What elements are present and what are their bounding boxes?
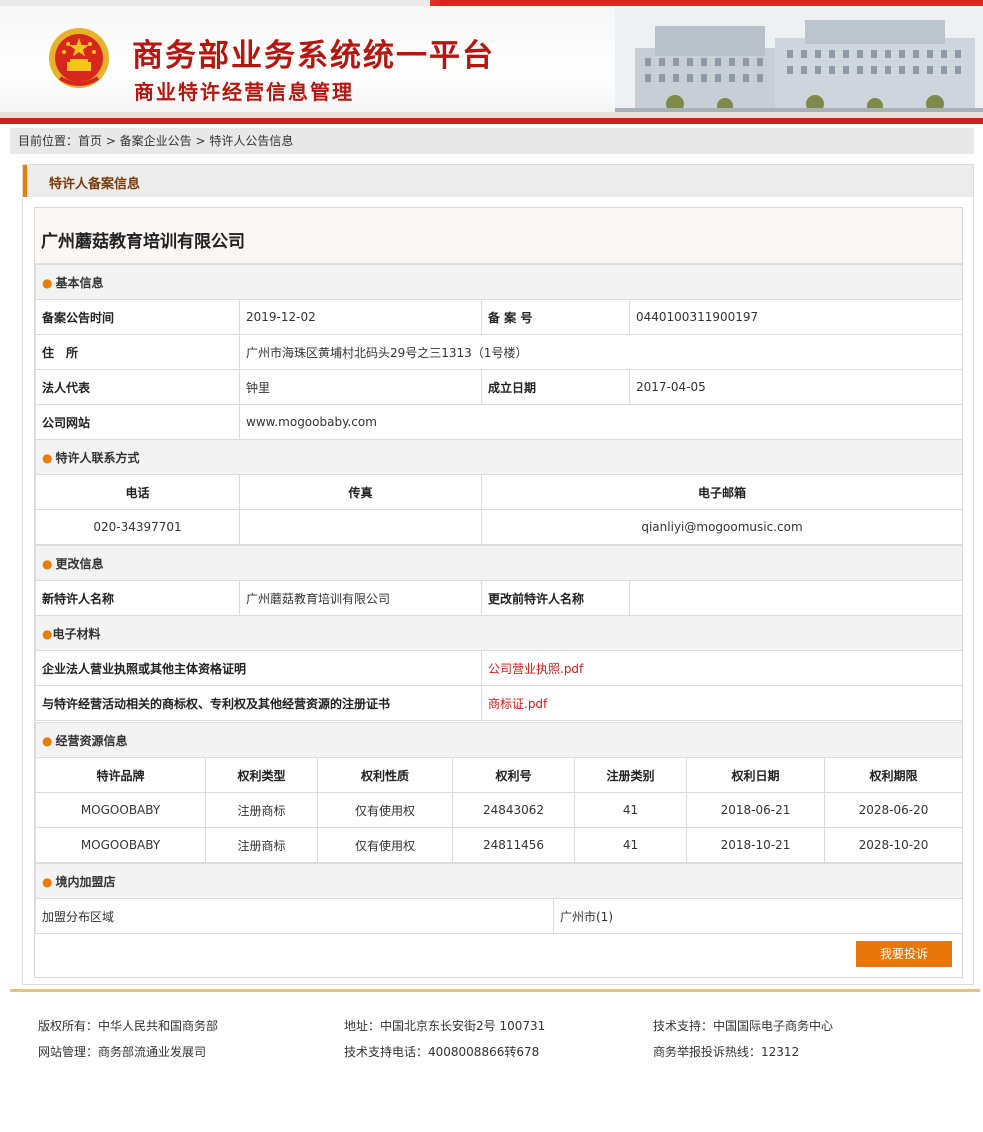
legal-rep-value: 钟里 bbox=[239, 369, 482, 405]
resources-header-brand: 特许品牌 bbox=[35, 757, 206, 793]
filing-date-value: 2019-12-02 bbox=[239, 299, 482, 335]
company-name: 广州蘑菇教育培训有限公司 bbox=[41, 232, 245, 252]
header-top-bar-left bbox=[0, 0, 430, 6]
founded-value: 2017-04-05 bbox=[629, 369, 963, 405]
phone-header: 电话 bbox=[35, 474, 240, 510]
right-type-cell: 注册商标 bbox=[205, 827, 318, 863]
right-date-cell: 2018-06-21 bbox=[686, 792, 825, 828]
fax-header: 传真 bbox=[239, 474, 482, 510]
right-no-cell: 24811456 bbox=[452, 827, 575, 863]
resources-header-right-term: 权利期限 bbox=[823, 757, 964, 793]
company-detail-box: 广州蘑菇教育培训有限公司 ● 基本信息 备案公告时间 2019-12-02 备 案… bbox=[34, 207, 964, 978]
company-title-bar: 广州蘑菇教育培训有限公司 bbox=[35, 208, 962, 264]
footer-copyright: 版权所有：中华人民共和国商务部 bbox=[38, 1019, 219, 1033]
system-title: 商务部业务系统统一平台 bbox=[132, 38, 495, 74]
address-value: 广州市海珠区黄埔村北码头29号之三1313（1号楼） bbox=[239, 334, 963, 370]
section-label: 基本信息 bbox=[55, 275, 104, 290]
bullet-dot-icon: ● bbox=[42, 556, 53, 571]
bullet-dot-icon: ● bbox=[42, 626, 53, 641]
brand-cell: MOGOOBABY bbox=[35, 827, 206, 863]
footer-tech-phone: 技术支持电话：4008008866转678 bbox=[344, 1045, 540, 1059]
brand-cell: MOGOOBABY bbox=[35, 792, 206, 828]
right-term-cell: 2028-10-20 bbox=[823, 827, 964, 863]
national-emblem-icon bbox=[49, 28, 109, 88]
license-file-link[interactable]: 公司营业执照.pdf bbox=[481, 650, 963, 686]
fax-value bbox=[239, 509, 482, 545]
right-type-cell: 注册商标 bbox=[205, 792, 318, 828]
resources-header-right-nature: 权利性质 bbox=[317, 757, 453, 793]
section-label: 更改信息 bbox=[55, 556, 104, 571]
bullet-dot-icon: ● bbox=[42, 275, 53, 290]
website-label: 公司网站 bbox=[35, 404, 240, 440]
materials-table: ●电子材料 企业法人营业执照或其他主体资格证明 公司营业执照.pdf 与特许经营… bbox=[35, 615, 963, 721]
founded-label: 成立日期 bbox=[481, 369, 630, 405]
panel-title: 特许人备案信息 bbox=[49, 177, 141, 192]
bullet-dot-icon: ● bbox=[42, 450, 53, 465]
resources-header-right-no: 权利号 bbox=[452, 757, 575, 793]
filing-date-label: 备案公告时间 bbox=[35, 299, 240, 335]
section-contact: ● 特许人联系方式 bbox=[34, 439, 964, 475]
region-value: 广州市(1) bbox=[553, 898, 963, 934]
old-name-value bbox=[629, 580, 963, 616]
old-name-label: 更改前特许人名称 bbox=[481, 580, 630, 616]
stores-table: ● 境内加盟店 加盟分布区域 广州市(1) bbox=[35, 863, 963, 934]
reg-class-cell: 41 bbox=[574, 792, 687, 828]
right-term-cell: 2028-06-20 bbox=[823, 792, 964, 828]
certificate-label: 与特许经营活动相关的商标权、专利权及其他经营资源的注册证书 bbox=[35, 685, 482, 721]
bullet-dot-icon: ● bbox=[42, 874, 53, 889]
footer-divider bbox=[10, 989, 980, 992]
section-stores: ● 境内加盟店 bbox=[35, 863, 963, 899]
license-label: 企业法人营业执照或其他主体资格证明 bbox=[35, 650, 482, 686]
contact-table: ● 特许人联系方式 电话 传真 电子邮箱 020-34397701 qianliy… bbox=[34, 439, 964, 545]
section-resources: ● 经营资源信息 bbox=[34, 722, 964, 758]
footer-address: 地址：中国北京东长安街2号 100731 bbox=[344, 1019, 546, 1033]
right-nature-cell: 仅有使用权 bbox=[317, 792, 453, 828]
resources-header-reg-class: 注册类别 bbox=[574, 757, 687, 793]
footer-hotline: 商务举报投诉热线：12312 bbox=[653, 1045, 800, 1059]
resources-header-right-date: 权利日期 bbox=[686, 757, 825, 793]
right-no-cell: 24843062 bbox=[452, 792, 575, 828]
panel-header: 特许人备案信息 bbox=[23, 165, 973, 197]
right-nature-cell: 仅有使用权 bbox=[317, 827, 453, 863]
section-label: 经营资源信息 bbox=[55, 733, 128, 748]
resources-table: ● 经营资源信息 特许品牌 权利类型 权利性质 权利号 注册类别 权利日期 权利期… bbox=[34, 722, 964, 863]
complain-button[interactable]: 我要投诉 bbox=[856, 941, 952, 967]
section-materials: ●电子材料 bbox=[35, 615, 963, 651]
table-row: MOGOOBABY 注册商标 仅有使用权 24843062 41 2018-06… bbox=[35, 792, 964, 828]
record-no-value: 0440100311900197 bbox=[629, 299, 963, 335]
basic-info-table: ● 基本信息 备案公告时间 2019-12-02 备 案 号 0440100311… bbox=[35, 264, 963, 440]
record-no-label: 备 案 号 bbox=[481, 299, 630, 335]
region-label: 加盟分布区域 bbox=[35, 898, 554, 934]
certificate-file-link[interactable]: 商标证.pdf bbox=[481, 685, 963, 721]
email-header: 电子邮箱 bbox=[480, 474, 964, 510]
new-name-label: 新特许人名称 bbox=[35, 580, 240, 616]
address-label: 住 所 bbox=[35, 334, 240, 370]
phone-value: 020-34397701 bbox=[35, 509, 240, 545]
breadcrumb: 目前位置：首页 > 备案企业公告 > 特许人公告信息 bbox=[10, 128, 974, 154]
new-name-value: 广州蘑菇教育培训有限公司 bbox=[239, 580, 482, 616]
bullet-dot-icon: ● bbox=[42, 733, 53, 748]
change-info-table: ● 更改信息 新特许人名称 广州蘑菇教育培训有限公司 更改前特许人名称 bbox=[35, 545, 963, 616]
section-label: 境内加盟店 bbox=[55, 874, 116, 889]
section-label: 特许人联系方式 bbox=[55, 450, 140, 465]
resources-header-right-type: 权利类型 bbox=[205, 757, 318, 793]
page-header: 商务部业务系统统一平台 商业特许经营信息管理 bbox=[0, 0, 983, 124]
email-value: qianliyi@mogoomusic.com bbox=[480, 509, 964, 545]
right-date-cell: 2018-10-21 bbox=[686, 827, 825, 863]
header-red-line bbox=[0, 118, 983, 124]
footer-site-admin: 网站管理：商务部流通业发展司 bbox=[38, 1045, 207, 1059]
section-basic-info: ● 基本信息 bbox=[35, 264, 963, 300]
website-value: www.mogoobaby.com bbox=[239, 404, 963, 440]
system-subtitle: 商业特许经营信息管理 bbox=[134, 80, 354, 104]
footer-tech-support: 技术支持：中国国际电子商务中心 bbox=[653, 1019, 834, 1033]
legal-rep-label: 法人代表 bbox=[35, 369, 240, 405]
reg-class-cell: 41 bbox=[574, 827, 687, 863]
ministry-building-image bbox=[615, 8, 983, 118]
table-row: MOGOOBABY 注册商标 仅有使用权 24811456 41 2018-10… bbox=[35, 827, 964, 863]
section-change-info: ● 更改信息 bbox=[35, 545, 963, 581]
section-label: 电子材料 bbox=[52, 626, 101, 641]
